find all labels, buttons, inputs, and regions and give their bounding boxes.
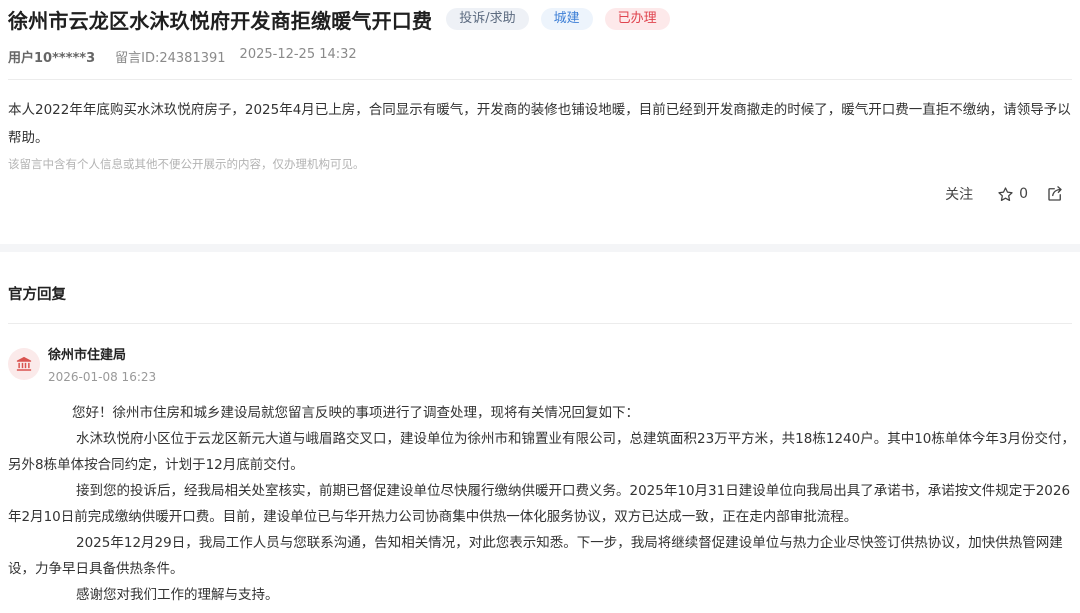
star-button[interactable]: 0 — [997, 186, 1028, 203]
reply-date: 2026-01-08 16:23 — [48, 370, 157, 384]
message-id: 留言ID:24381391 — [115, 51, 226, 66]
org-name: 徐州市住建局 — [48, 348, 127, 363]
privacy-notice: 该留言中含有个人信息或其他不便公开展示的内容，仅办理机构可见。 — [8, 157, 365, 171]
share-button[interactable] — [1046, 185, 1064, 203]
message-detail-page: 徐州市云龙区水沐玖悦府开发商拒缴暖气开口费 投诉/求助 城建 已办理 用户10*… — [0, 0, 1080, 613]
divider — [8, 323, 1072, 324]
star-icon — [998, 186, 1013, 201]
tag-category[interactable]: 投诉/求助 — [446, 8, 529, 30]
message-content: 本人2022年年底购买水沐玖悦府房子，2025年4月已上房，合同显示有暖气，开发… — [8, 102, 1071, 146]
divider — [8, 79, 1072, 80]
government-building-icon — [16, 356, 32, 371]
reply-organization: 徐州市住建局 2026-01-08 16:23 — [8, 346, 156, 387]
tag-field[interactable]: 城建 — [540, 8, 593, 30]
official-reply-title: 官方回复 — [8, 287, 66, 303]
message-datetime: 2025-12-25 14:32 — [239, 47, 357, 62]
message-meta: 用户10*****3 留言ID:24381391 2025-12-25 14:3… — [8, 47, 357, 66]
avatar — [8, 348, 40, 380]
share-icon — [1048, 186, 1062, 201]
message-actions: 关注 0 — [945, 184, 1064, 204]
status-badge: 已办理 — [604, 8, 670, 30]
follow-button[interactable]: 关注 — [945, 184, 973, 204]
section-separator — [0, 244, 1080, 252]
page-title: 徐州市云龙区水沐玖悦府开发商拒缴暖气开口费 — [8, 8, 433, 33]
star-count: 0 — [1019, 186, 1028, 202]
reply-paragraph: 您好！徐州市住房和城乡建设局就您留言反映的事项进行了调查处理，现将有关情况回复如… — [72, 405, 639, 421]
user-name: 用户10*****3 — [8, 51, 96, 66]
title-row: 徐州市云龙区水沐玖悦府开发商拒缴暖气开口费 投诉/求助 城建 已办理 — [8, 4, 670, 34]
reply-paragraph: 感谢您对我们工作的理解与支持。 — [76, 587, 279, 603]
reply-content: 您好！徐州市住房和城乡建设局就您留言反映的事项进行了调查处理，现将有关情况回复如… — [8, 400, 1076, 608]
reply-paragraph: 2025年12月29日，我局工作人员与您联系沟通，告知相关情况，对此您表示知悉。… — [8, 535, 1063, 577]
reply-paragraph: 水沐玖悦府小区位于云龙区新元大道与峨眉路交叉口，建设单位为徐州市和锦置业有限公司… — [8, 431, 1075, 473]
reply-paragraph: 接到您的投诉后，经我局相关处室核实，前期已督促建设单位尽快履行缴纳供暖开口费义务… — [8, 483, 1071, 525]
